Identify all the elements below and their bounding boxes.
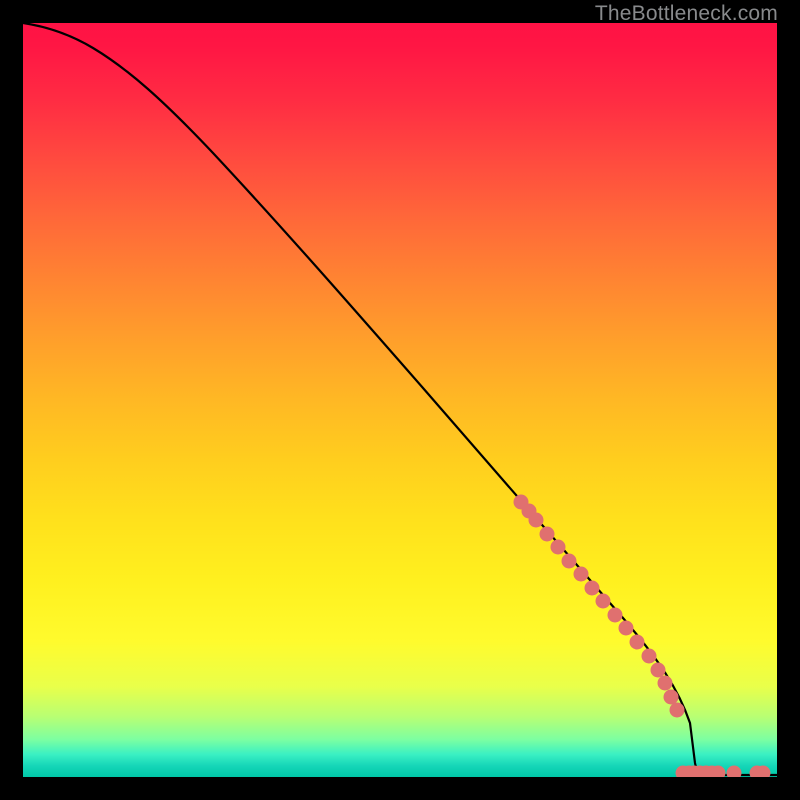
watermark-text: TheBottleneck.com <box>595 2 778 26</box>
plot-area <box>23 23 777 777</box>
gradient-background <box>23 23 777 777</box>
chart-frame: TheBottleneck.com <box>0 0 800 800</box>
